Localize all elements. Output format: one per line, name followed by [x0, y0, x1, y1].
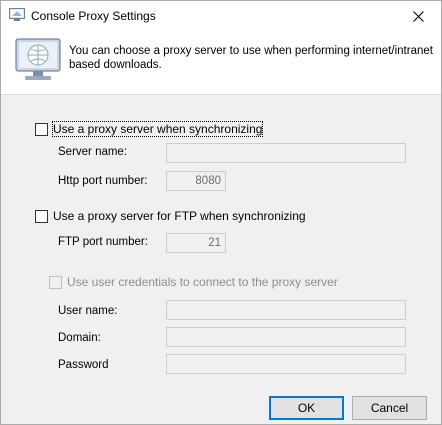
credentials-label[interactable]: Use user credentials to connect to the p… [67, 275, 338, 289]
dialog-window: Console Proxy Settings You can choose a … [0, 0, 442, 425]
proxy-ftp-option[interactable]: Use a proxy server for FTP when synchron… [35, 209, 306, 223]
server-name-label: Server name: [58, 146, 128, 158]
app-icon [9, 8, 25, 21]
ftp-port-label: FTP port number: [58, 236, 148, 248]
password-label: Password [58, 359, 109, 371]
title-bar[interactable]: Console Proxy Settings [1, 1, 441, 31]
close-button[interactable] [395, 1, 441, 31]
ok-button[interactable]: OK [269, 396, 344, 420]
computer-globe-icon [15, 38, 61, 80]
proxy-ftp-label[interactable]: Use a proxy server for FTP when synchron… [53, 209, 306, 223]
cancel-button[interactable]: Cancel [352, 396, 427, 420]
domain-label: Domain: [58, 332, 101, 344]
password-field[interactable] [166, 354, 406, 374]
proxy-sync-checkbox[interactable] [35, 122, 48, 136]
username-field[interactable] [166, 300, 406, 320]
credentials-checkbox[interactable] [49, 275, 62, 289]
http-port-field[interactable]: 8080 [166, 171, 226, 191]
proxy-ftp-checkbox[interactable] [35, 209, 48, 223]
http-port-label: Http port number: [58, 175, 148, 187]
credentials-option[interactable]: Use user credentials to connect to the p… [49, 275, 338, 289]
server-name-field[interactable] [166, 143, 406, 163]
close-icon [412, 10, 424, 22]
header-description: You can choose a proxy server to use whe… [69, 45, 433, 71]
window-title: Console Proxy Settings [31, 9, 156, 23]
domain-field[interactable] [166, 327, 406, 347]
username-label: User name: [58, 305, 118, 317]
proxy-sync-option[interactable]: Use a proxy server when synchronizing [35, 121, 264, 137]
proxy-sync-label[interactable]: Use a proxy server when synchronizing [51, 121, 264, 137]
header-banner: You can choose a proxy server to use whe… [1, 31, 441, 95]
ftp-port-field[interactable]: 21 [166, 233, 226, 253]
